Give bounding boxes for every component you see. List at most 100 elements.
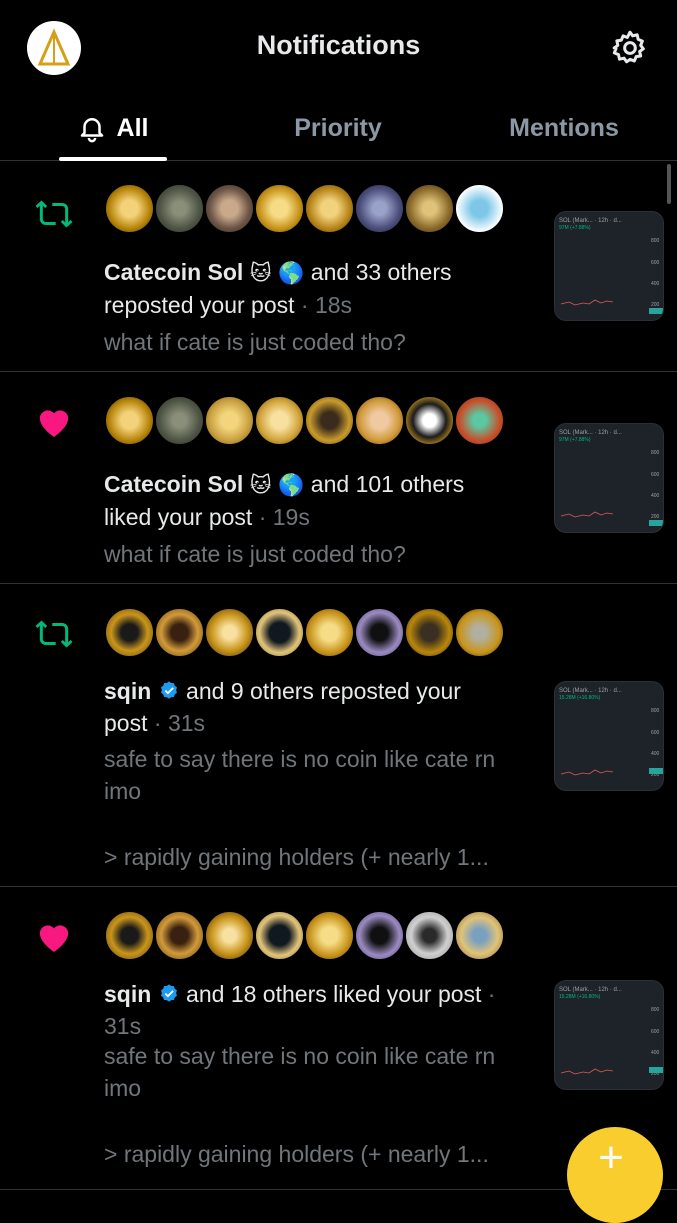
avatar[interactable] <box>254 183 305 234</box>
page-title: Notifications <box>256 30 421 60</box>
chart-thumbnail: SOL (Mark... · 12h · d... 15.28M (+16.80… <box>559 987 663 1077</box>
avatar[interactable] <box>304 395 355 446</box>
avatar[interactable] <box>404 395 455 446</box>
chart-thumbnail: SOL (Mark... · 12h · d... 97M (+7.88%) 8… <box>559 430 663 526</box>
svg-text:600: 600 <box>651 730 660 736</box>
heart-icon <box>39 410 69 437</box>
compose-button[interactable]: + <box>567 1127 663 1223</box>
notification-item[interactable]: Catecoin Sol 🐱 🌎 and 101 others liked yo… <box>0 372 677 584</box>
post-thumbnail[interactable]: SOL (Mark... · 12h · d... 15.28M (+16.80… <box>554 980 664 1090</box>
post-thumbnail[interactable]: SOL (Mark... · 12h · d... 97M (+7.88%) 8… <box>554 211 664 321</box>
notification-item[interactable]: sqin and 9 others reposted your post · 3… <box>0 584 677 887</box>
avatar[interactable] <box>104 395 155 446</box>
post-thumbnail[interactable]: SOL (Mark... · 12h · d... 15.28M (+16.80… <box>554 681 664 791</box>
avatar[interactable] <box>104 607 155 658</box>
avatar[interactable] <box>454 910 505 961</box>
others-count: and 9 others reposted your <box>179 678 461 704</box>
avatar[interactable] <box>354 910 405 961</box>
action-text: liked your post <box>104 504 253 530</box>
avatar[interactable] <box>254 607 305 658</box>
avatar-group <box>104 910 505 961</box>
avatar[interactable] <box>354 607 405 658</box>
post-snippet-more: > rapidly gaining holders (+ nearly 1... <box>104 844 489 870</box>
svg-text:800: 800 <box>651 1007 660 1013</box>
tab-mentions[interactable]: Mentions <box>484 96 644 160</box>
avatar[interactable] <box>254 395 305 446</box>
avatar[interactable] <box>404 607 455 658</box>
repost-icon <box>35 200 73 228</box>
thumb-sub: 15.28M (+16.80%) <box>559 994 601 1000</box>
svg-text:800: 800 <box>651 238 660 244</box>
tab-all-label: All <box>116 113 149 142</box>
user-name[interactable]: Catecoin Sol <box>104 259 243 285</box>
avatar[interactable] <box>104 183 155 234</box>
svg-text:400: 400 <box>651 751 660 757</box>
top-bar: Notifications <box>0 0 677 96</box>
settings-gear-icon[interactable] <box>610 28 650 68</box>
others-count: and 33 others <box>304 259 452 285</box>
notification-text: sqin and 9 others reposted your post · 3… <box>104 678 461 736</box>
post-snippet: safe to say there is no coin like cate r… <box>104 1043 496 1101</box>
svg-text:800: 800 <box>651 708 660 714</box>
avatar[interactable] <box>204 395 255 446</box>
thumb-title: SOL (Mark... · 12h · d... <box>559 987 622 993</box>
svg-text:400: 400 <box>651 493 660 499</box>
avatar[interactable] <box>354 183 405 234</box>
svg-text:200: 200 <box>651 514 660 520</box>
avatar[interactable] <box>354 395 405 446</box>
avatar[interactable] <box>454 395 505 446</box>
others-count: and 18 others liked your post <box>179 981 482 1007</box>
tab-all[interactable]: All <box>40 96 185 161</box>
user-name[interactable]: sqin <box>104 678 151 704</box>
svg-text:800: 800 <box>651 450 660 456</box>
bell-icon <box>80 118 103 143</box>
notification-tabs: All Priority Mentions <box>0 96 677 161</box>
avatar-group <box>104 607 505 658</box>
tab-priority-label: Priority <box>294 113 382 142</box>
avatar[interactable] <box>404 183 455 234</box>
plus-icon: + <box>598 1133 624 1182</box>
chart-thumbnail: SOL (Mark... · 12h · d... 15.28M (+16.80… <box>559 688 663 778</box>
timestamp: 18s <box>314 292 353 318</box>
avatar[interactable] <box>254 910 305 961</box>
avatar-group <box>104 183 505 234</box>
post-snippet: what if cate is just coded tho? <box>104 541 406 567</box>
user-name[interactable]: Catecoin Sol <box>104 471 243 497</box>
post-thumbnail[interactable]: SOL (Mark... · 12h · d... 97M (+7.88%) 8… <box>554 423 664 533</box>
post-snippet: safe to say there is no coin like cate r… <box>104 746 496 804</box>
avatar[interactable] <box>154 910 205 961</box>
verified-badge-icon <box>160 681 177 699</box>
repost-icon <box>35 620 73 648</box>
avatar[interactable] <box>304 607 355 658</box>
notification-item[interactable]: sqin and 18 others liked your post · 31s… <box>0 887 677 1190</box>
avatar[interactable] <box>304 183 355 234</box>
svg-text:400: 400 <box>651 1050 660 1056</box>
tab-priority[interactable]: Priority <box>258 96 418 160</box>
avatar[interactable] <box>154 607 205 658</box>
thumb-sub: 97M (+7.88%) <box>559 225 591 231</box>
avatar[interactable] <box>304 910 355 961</box>
notification-text: Catecoin Sol 🐱 🌎 and 33 others reposted … <box>104 259 452 318</box>
svg-text:600: 600 <box>651 472 660 478</box>
avatar[interactable] <box>104 910 155 961</box>
chart-thumbnail: SOL (Mark... · 12h · d... 97M (+7.88%) 8… <box>559 218 663 314</box>
avatar[interactable] <box>204 607 255 658</box>
heart-icon <box>39 925 69 952</box>
user-name[interactable]: sqin <box>104 981 151 1007</box>
post-snippet-more: > rapidly gaining holders (+ nearly 1... <box>104 1141 489 1167</box>
thumb-sub: 15.28M (+16.80%) <box>559 695 601 701</box>
timestamp: 19s <box>272 504 310 530</box>
notification-item[interactable]: Catecoin Sol 🐱 🌎 and 33 others reposted … <box>0 160 677 372</box>
avatar[interactable] <box>404 910 455 961</box>
verified-badge-icon <box>160 984 177 1002</box>
avatar[interactable] <box>454 607 505 658</box>
svg-text:200: 200 <box>651 302 660 308</box>
avatar[interactable] <box>454 183 505 234</box>
others-count: and 101 others <box>304 471 465 497</box>
avatar[interactable] <box>204 910 255 961</box>
avatar[interactable] <box>154 183 205 234</box>
notification-text: Catecoin Sol 🐱 🌎 and 101 others liked yo… <box>104 471 465 530</box>
avatar[interactable] <box>154 395 205 446</box>
thumb-title: SOL (Mark... · 12h · d... <box>559 218 622 224</box>
avatar[interactable] <box>204 183 255 234</box>
